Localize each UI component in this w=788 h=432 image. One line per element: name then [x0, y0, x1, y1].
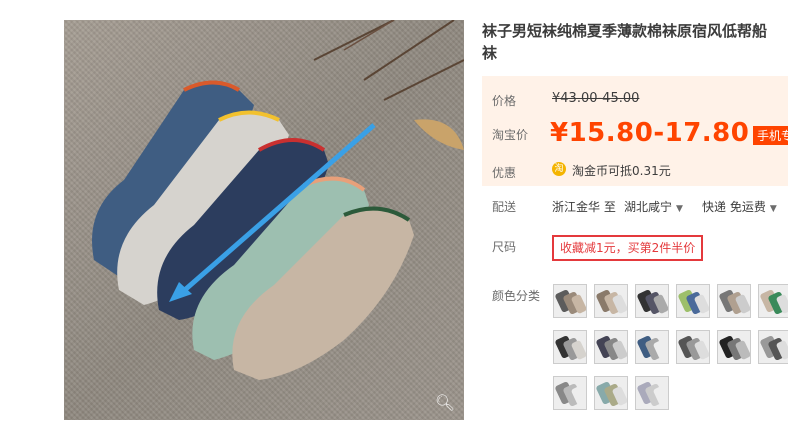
ship-to-dropdown[interactable]: 湖北咸宁 ▼ [624, 198, 683, 215]
ship-from: 浙江金华 至 [552, 200, 616, 214]
color-swatch[interactable] [717, 284, 751, 318]
shipping-label: 配送 [492, 200, 517, 214]
taobao-price: ¥15.80-17.80 [550, 118, 750, 148]
color-swatch[interactable] [553, 330, 587, 364]
socks-illustration [92, 20, 464, 380]
original-price: ¥43.00-45.00 [552, 91, 640, 106]
color-swatch[interactable] [758, 284, 788, 318]
caret-down-icon: ▼ [676, 204, 683, 214]
color-swatch[interactable] [553, 284, 587, 318]
taobao-price-label: 淘宝价 [492, 128, 529, 142]
color-swatch[interactable] [635, 330, 669, 364]
color-swatch[interactable] [635, 284, 669, 318]
product-title-line1: 袜子男短袜纯棉夏季薄款棉袜原宿风低帮船 [482, 22, 768, 40]
color-swatch[interactable] [717, 330, 751, 364]
mobile-exclusive-badge[interactable]: 手机专 [753, 126, 788, 145]
product-title-line2: 袜 [482, 44, 498, 62]
color-swatch[interactable] [676, 330, 710, 364]
color-swatch[interactable] [594, 284, 628, 318]
price-label: 价格 [492, 94, 517, 108]
color-category-label: 颜色分类 [492, 289, 541, 303]
discount-label: 优惠 [492, 166, 517, 180]
color-swatch[interactable] [553, 376, 587, 410]
shipping-method: 快递 免运费 ▼ [702, 198, 777, 215]
ship-to-text: 湖北咸宁 [624, 200, 673, 214]
magnifier-icon[interactable]: 🔍︎ [434, 392, 456, 414]
color-swatch[interactable] [758, 330, 788, 364]
shipping-method-text: 快递 免运费 [702, 200, 766, 214]
color-swatch[interactable] [594, 330, 628, 364]
caret-down-icon: ▼ [769, 204, 777, 214]
product-title: 袜子男短袜纯棉夏季薄款棉袜原宿风低帮船 袜 [482, 20, 788, 64]
taobao-coin-icon: 淘 [552, 162, 566, 176]
color-swatch[interactable] [635, 376, 669, 410]
size-label: 尺码 [492, 240, 517, 254]
coin-discount-text: 淘金币可抵0.31元 [572, 164, 671, 178]
promo-tag[interactable]: 收藏减1元，买第2件半价 [552, 235, 704, 261]
color-swatch[interactable] [676, 284, 710, 318]
color-swatch[interactable] [594, 376, 628, 410]
price-panel: 价格 ¥43.00-45.00 淘宝价 ¥15.80-17.80 手机专 优惠 … [482, 76, 788, 186]
product-main-image[interactable]: 🔍︎ [64, 20, 464, 420]
